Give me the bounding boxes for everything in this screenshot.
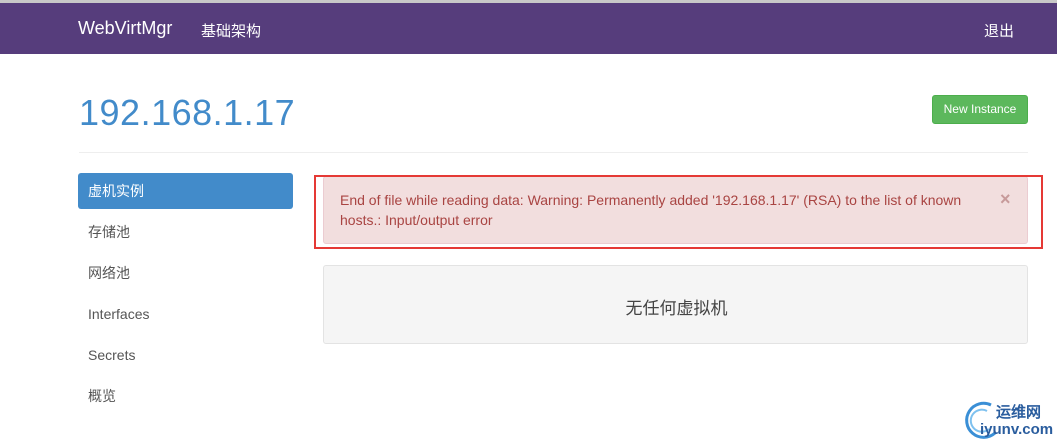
nav-infrastructure-link[interactable]: 基础架构	[201, 20, 261, 41]
header-divider	[79, 152, 1028, 153]
page-title: 192.168.1.17	[79, 92, 296, 133]
annotation-highlight-box	[314, 175, 1043, 249]
watermark-title: 运维网	[996, 404, 1042, 421]
logout-link[interactable]: 退出	[984, 20, 1014, 41]
brand-link[interactable]: WebVirtMgr	[78, 18, 172, 39]
sidebar-item-networks[interactable]: 网络池	[78, 255, 293, 291]
instances-empty-panel: 无任何虚拟机	[323, 265, 1028, 344]
empty-instances-message: 无任何虚拟机	[625, 299, 728, 319]
top-navbar: WebVirtMgr 基础架构 退出	[0, 0, 1057, 54]
sidebar-item-secrets[interactable]: Secrets	[78, 337, 293, 373]
sidebar-item-instances[interactable]: 虚机实例	[78, 173, 293, 209]
sidebar-item-overview[interactable]: 概览	[78, 378, 293, 414]
sidebar-item-storage[interactable]: 存储池	[78, 214, 293, 250]
sidebar-item-interfaces[interactable]: Interfaces	[78, 296, 293, 332]
watermark-url: iyunv.com	[980, 421, 1054, 438]
sidebar-nav: 虚机实例 存储池 网络池 Interfaces Secrets 概览	[78, 173, 293, 419]
new-instance-button[interactable]: New Instance	[932, 95, 1028, 124]
